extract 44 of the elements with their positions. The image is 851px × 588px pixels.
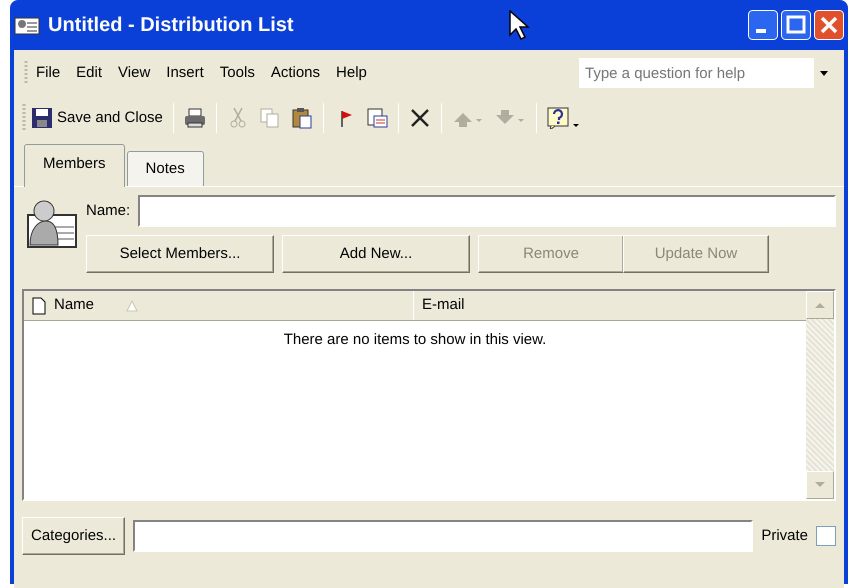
delete-icon	[408, 107, 431, 129]
column-header[interactable]: E-mail	[414, 294, 806, 317]
tab[interactable]: Notes	[126, 150, 204, 186]
sort-arrow-icon	[126, 300, 138, 312]
private-checkbox[interactable]	[816, 526, 836, 546]
menu-item[interactable]: View	[110, 60, 158, 86]
up-arrow-icon	[815, 302, 825, 308]
column-header[interactable]: Name	[24, 291, 414, 320]
save-and-close-button[interactable]: Save and Close	[26, 104, 168, 132]
menu-item[interactable]: Tools	[212, 60, 263, 86]
private-label: Private	[761, 526, 808, 546]
save-icon	[31, 107, 53, 129]
scroll-up-button[interactable]	[806, 291, 834, 319]
maximize-button[interactable]	[781, 10, 811, 40]
cursor-icon	[508, 10, 530, 40]
column-label: Name	[54, 295, 94, 316]
minimize-button[interactable]	[748, 10, 778, 40]
help-search-field[interactable]: Type a question for help	[579, 58, 814, 88]
add-new-button[interactable]: Add New...	[282, 235, 470, 273]
menu-item[interactable]: File	[28, 60, 68, 86]
select-members-button[interactable]: Select Members...	[86, 235, 274, 273]
tab[interactable]: Members	[24, 144, 125, 187]
document-icon	[32, 296, 46, 314]
name-field[interactable]	[138, 195, 836, 227]
help-icon	[546, 107, 581, 129]
menu-item[interactable]: Actions	[262, 60, 328, 86]
printer-icon	[184, 107, 206, 129]
menu-item[interactable]: Edit	[68, 60, 110, 86]
menu-item[interactable]: Help	[328, 60, 375, 86]
grip-icon	[24, 61, 28, 85]
name-label: Name:	[86, 200, 130, 221]
grip-icon	[22, 104, 26, 132]
scrollbar[interactable]	[806, 291, 834, 499]
window-title: Untitled - Distribution List	[48, 13, 295, 38]
categories-button[interactable]: Categories...	[22, 517, 126, 555]
down-arrow-icon	[815, 482, 825, 488]
copy-icon	[258, 107, 281, 129]
empty-message: There are no items to show in this view.	[284, 331, 546, 348]
categories-field[interactable]	[133, 520, 754, 552]
close-button[interactable]	[814, 10, 844, 40]
scroll-down-button[interactable]	[806, 471, 834, 499]
clipboard-icon	[290, 107, 313, 129]
address-card-icon	[366, 107, 388, 129]
menu-item[interactable]: Insert	[158, 60, 212, 86]
